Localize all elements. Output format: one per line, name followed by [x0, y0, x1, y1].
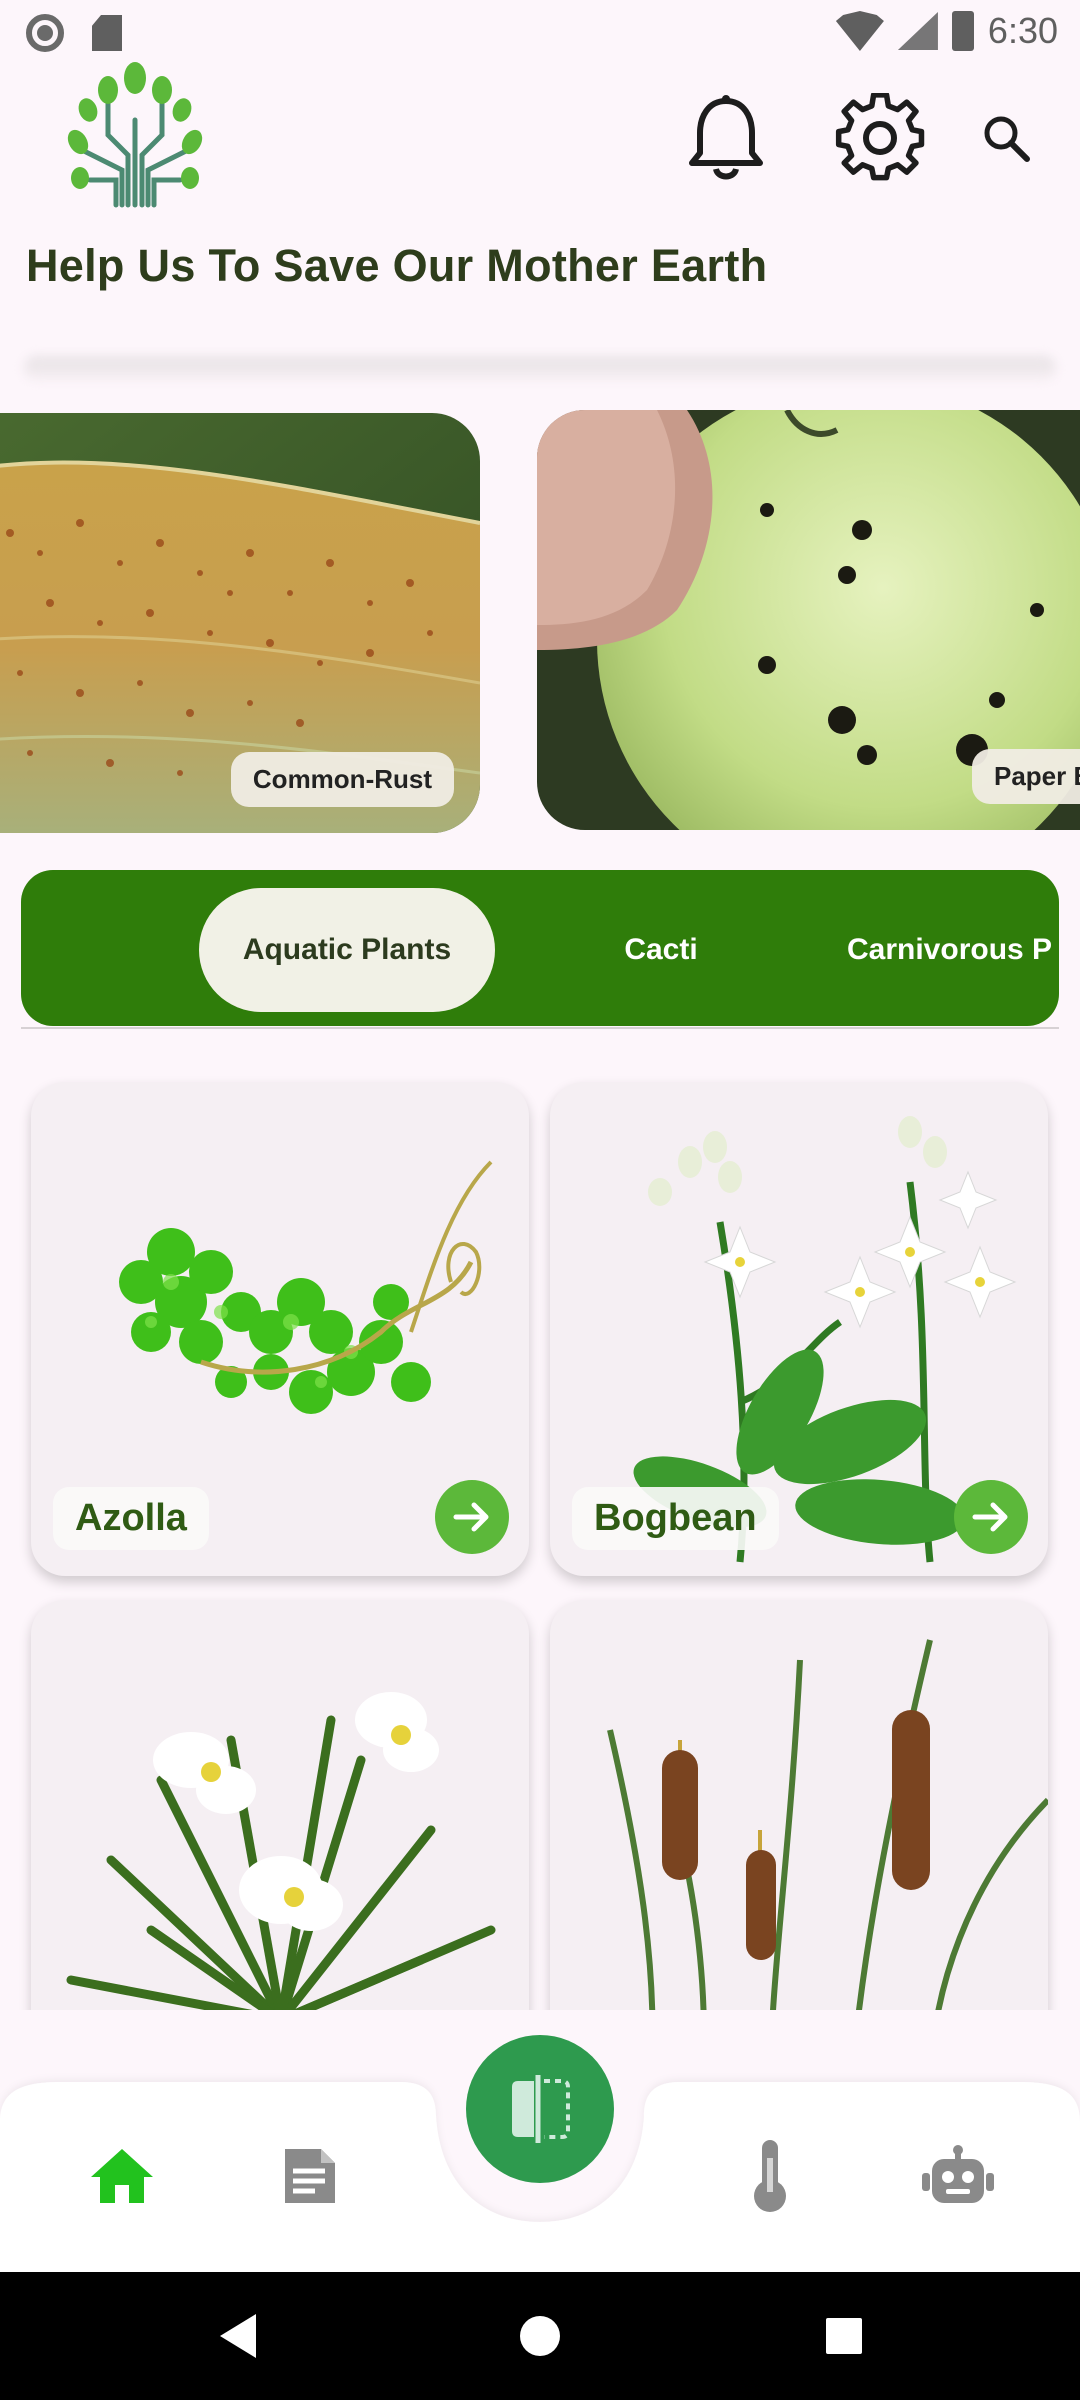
plant-card-azolla[interactable]: Azolla [31, 1082, 529, 1576]
open-plant-button[interactable] [954, 1480, 1028, 1554]
plant-card-bogbean[interactable]: Bogbean [550, 1082, 1048, 1576]
header-divider [24, 356, 1056, 380]
app-logo [60, 60, 210, 210]
bottom-navigation [0, 2006, 1080, 2272]
system-recents-button[interactable] [810, 2302, 878, 2370]
bell-icon [689, 95, 763, 180]
plant-grid[interactable]: Azolla Bogbean [0, 1060, 1080, 2010]
plant-card-water-soldier[interactable] [31, 1600, 529, 2010]
gear-icon [835, 93, 925, 181]
nav-documents[interactable] [268, 2136, 348, 2216]
recents-square-icon [826, 2318, 862, 2354]
water-soldier-image [66, 1692, 496, 2010]
category-tabs: Aquatic Plants Cacti Carnivorous P [21, 870, 1059, 1026]
system-navigation-bar [0, 2272, 1080, 2400]
cattail-image [607, 1639, 1048, 2010]
document-icon [285, 2149, 335, 2203]
plant-name: Azolla [53, 1487, 209, 1550]
open-plant-button[interactable] [435, 1480, 509, 1554]
system-home-button[interactable] [506, 2302, 574, 2370]
search-icon [984, 116, 1030, 162]
arrow-right-icon [972, 1502, 1008, 1532]
nav-home[interactable] [82, 2136, 162, 2216]
tab-cacti[interactable]: Cacti [541, 888, 781, 1012]
disease-carousel[interactable]: Common-Rust Paper B [0, 410, 1080, 840]
slide-label: Common-Rust [230, 752, 454, 807]
plant-name: Bogbean [572, 1487, 779, 1550]
scan-icon [512, 2075, 570, 2143]
scan-button[interactable] [466, 2035, 614, 2183]
nav-weather[interactable] [730, 2136, 810, 2216]
sd-card-icon [92, 15, 122, 51]
back-triangle-icon [220, 2314, 256, 2358]
thermometer-icon [754, 2140, 786, 2212]
carousel-slide-paper-b[interactable]: Paper B [537, 410, 1080, 830]
home-circle-icon [520, 2316, 560, 2356]
carousel-slide-common-rust[interactable]: Common-Rust [0, 413, 480, 833]
tab-carnivorous-plants[interactable]: Carnivorous P [847, 888, 1059, 1012]
notifications-button[interactable] [676, 88, 776, 188]
page-headline: Help Us To Save Our Mother Earth [26, 240, 768, 291]
arrow-right-icon [453, 1502, 489, 1532]
tabs-divider [21, 1027, 1059, 1029]
search-button[interactable] [966, 88, 1046, 188]
status-time: 6:30 [987, 10, 1058, 51]
slide-label: Paper B [972, 749, 1080, 804]
tab-aquatic-plants[interactable]: Aquatic Plants [199, 888, 495, 1012]
system-back-button[interactable] [204, 2302, 272, 2370]
status-bar: 6:30 [0, 0, 1080, 64]
robot-icon [922, 2145, 994, 2203]
home-icon [91, 2149, 153, 2203]
record-icon [26, 14, 64, 52]
wifi-icon [835, 11, 884, 51]
signal-icon [897, 12, 938, 50]
nav-assistant[interactable] [918, 2136, 998, 2216]
plant-card-cattail[interactable] [550, 1600, 1048, 2010]
battery-icon [951, 11, 974, 51]
settings-button[interactable] [830, 88, 930, 188]
